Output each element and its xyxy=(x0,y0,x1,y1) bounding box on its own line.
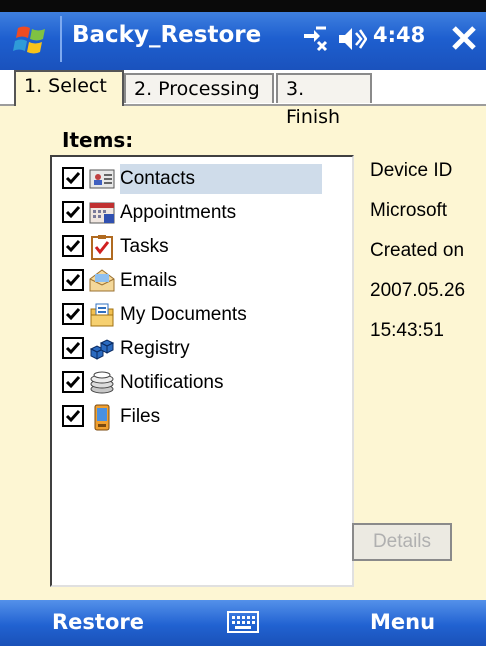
items-listbox[interactable]: Contacts Appointments Tasks Emails My Do… xyxy=(50,155,354,587)
checkbox-emails[interactable] xyxy=(62,269,84,291)
item-label-contacts: Contacts xyxy=(120,164,322,194)
list-item-appointments[interactable]: Appointments xyxy=(62,196,330,230)
created-on-label: Created on xyxy=(370,240,465,261)
documents-icon xyxy=(90,303,114,327)
list-item-emails[interactable]: Emails xyxy=(62,264,330,298)
list-item-registry[interactable]: Registry xyxy=(62,332,330,366)
checkbox-tasks[interactable] xyxy=(62,235,84,257)
soft-key-bar: Restore Menu xyxy=(0,600,486,646)
details-button[interactable]: Details xyxy=(352,523,452,561)
created-date-value: 2007.05.26 xyxy=(370,280,466,301)
item-label-emails: Emails xyxy=(120,270,178,291)
tasks-icon xyxy=(91,235,113,260)
connectivity-icon[interactable] xyxy=(300,22,330,52)
keyboard-icon[interactable] xyxy=(226,608,260,636)
list-item-my-documents[interactable]: My Documents xyxy=(62,298,330,332)
top-strip xyxy=(0,0,486,12)
contacts-icon xyxy=(89,169,115,189)
checkbox-registry[interactable] xyxy=(62,337,84,359)
checkbox-contacts[interactable] xyxy=(62,167,84,189)
created-time-value: 15:43:51 xyxy=(370,320,444,341)
email-icon xyxy=(89,269,115,292)
item-label-notifications: Notifications xyxy=(120,372,224,393)
checkbox-appointments[interactable] xyxy=(62,201,84,223)
checkbox-files[interactable] xyxy=(62,405,84,427)
title-bar: Backy_Restore 4:48 xyxy=(0,0,486,70)
tab-processing[interactable]: 2. Processing xyxy=(124,73,274,103)
close-icon[interactable] xyxy=(444,18,484,58)
list-item-contacts[interactable]: Contacts xyxy=(62,162,330,196)
item-label-my-documents: My Documents xyxy=(120,304,247,325)
files-icon xyxy=(94,404,110,431)
registry-icon xyxy=(89,339,115,360)
tab-select[interactable]: 1. Select xyxy=(14,70,124,106)
list-item-notifications[interactable]: Notifications xyxy=(62,366,330,400)
menu-softkey[interactable]: Menu xyxy=(370,610,435,634)
clock[interactable]: 4:48 xyxy=(373,23,425,47)
device-id-label: Device ID xyxy=(370,160,453,181)
calendar-icon xyxy=(89,202,115,224)
device-id-value: Microsoft xyxy=(370,200,448,221)
windows-start-icon[interactable] xyxy=(12,20,52,60)
items-heading: Items: xyxy=(62,128,134,152)
notifications-icon xyxy=(90,371,114,394)
tab-strip: 1. Select 2. Processing 3. Finish xyxy=(0,70,486,128)
checkbox-my-documents[interactable] xyxy=(62,303,84,325)
list-item-tasks[interactable]: Tasks xyxy=(62,230,330,264)
tab-finish[interactable]: 3. Finish xyxy=(276,73,372,128)
volume-icon[interactable] xyxy=(337,24,367,54)
item-label-registry: Registry xyxy=(120,338,190,359)
app-title: Backy_Restore xyxy=(72,22,262,48)
title-separator xyxy=(60,16,62,62)
item-label-appointments: Appointments xyxy=(120,202,237,223)
item-label-tasks: Tasks xyxy=(120,236,169,257)
list-item-files[interactable]: Files xyxy=(62,400,330,434)
restore-softkey[interactable]: Restore xyxy=(52,610,144,634)
checkbox-notifications[interactable] xyxy=(62,371,84,393)
item-label-files: Files xyxy=(120,406,161,427)
